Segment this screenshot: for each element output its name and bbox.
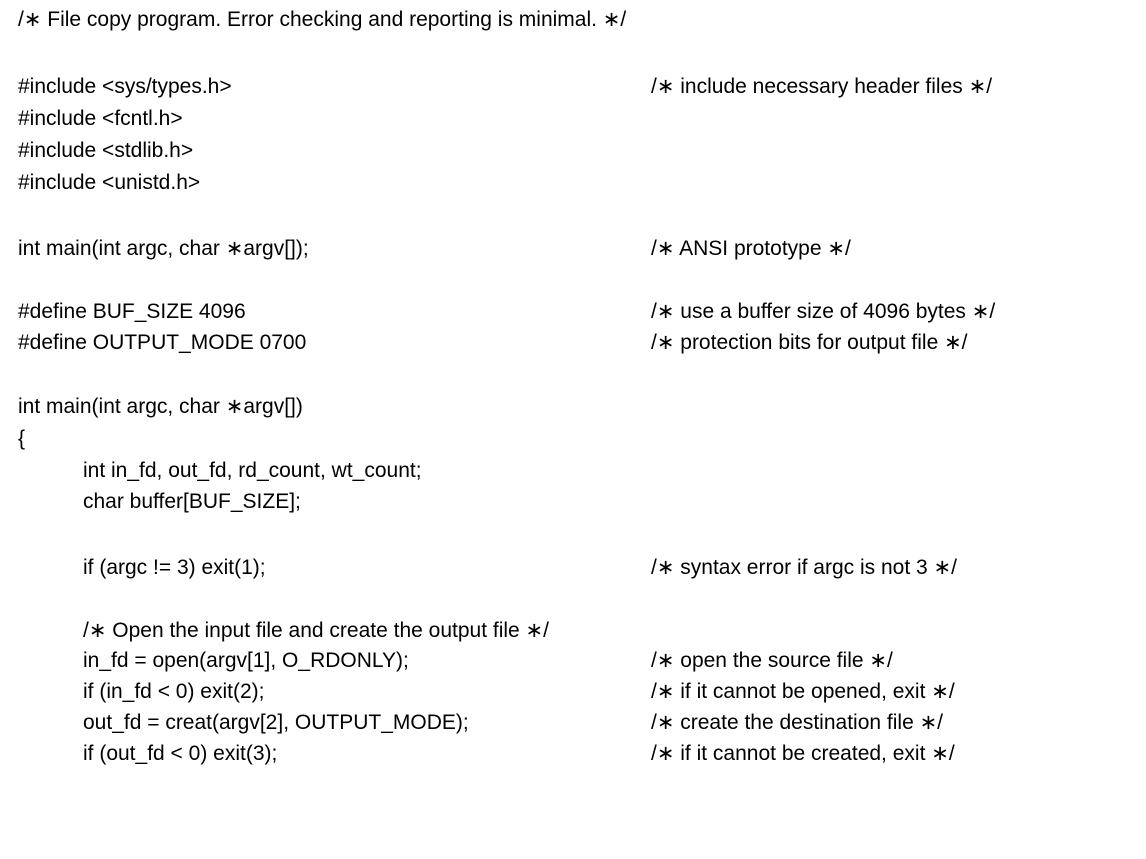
header-comment-line: /∗ File copy program. Error checking and… bbox=[0, 5, 1146, 35]
code-text: if (argc != 3) exit(1); bbox=[83, 556, 266, 579]
code-comment: /∗ syntax error if argc is not 3 ∗/ bbox=[651, 556, 957, 579]
code-text: #define OUTPUT_MODE 0700 bbox=[18, 331, 307, 354]
code-line-include-unistd: #include <unistd.h> bbox=[0, 168, 1146, 198]
code-line-open-input: in_fd = open(argv[1], O_RDONLY); /∗ open… bbox=[0, 646, 1146, 676]
code-comment: /∗ ANSI prototype ∗/ bbox=[651, 237, 851, 260]
code-text: /∗ Open the input file and create the ou… bbox=[83, 619, 549, 642]
code-line-open-comment: /∗ Open the input file and create the ou… bbox=[0, 616, 1146, 646]
code-line-define-buf-size: #define BUF_SIZE 4096 /∗ use a buffer si… bbox=[0, 297, 1146, 327]
code-comment: /∗ create the destination file ∗/ bbox=[651, 711, 944, 734]
code-line-argc-check: if (argc != 3) exit(1); /∗ syntax error … bbox=[0, 553, 1146, 583]
code-text: #define BUF_SIZE 4096 bbox=[18, 300, 246, 323]
code-line-open-brace: { bbox=[0, 424, 1146, 454]
code-comment: /∗ if it cannot be created, exit ∗/ bbox=[651, 742, 955, 765]
code-comment: /∗ if it cannot be opened, exit ∗/ bbox=[651, 680, 955, 703]
code-text: { bbox=[18, 427, 26, 450]
code-comment: /∗ include necessary header files ∗/ bbox=[651, 75, 993, 98]
code-line-include-sys-types: #include <sys/types.h> /∗ include necess… bbox=[0, 72, 1146, 102]
code-line-prototype: int main(int argc, char ∗argv[]); /∗ ANS… bbox=[0, 234, 1146, 264]
code-comment: /∗ open the source file ∗/ bbox=[651, 649, 893, 672]
code-text: if (in_fd < 0) exit(2); bbox=[83, 680, 265, 703]
code-line-include-fcntl: #include <fcntl.h> bbox=[0, 104, 1146, 134]
code-text: #include <sys/types.h> bbox=[18, 75, 232, 98]
code-line-define-output-mode: #define OUTPUT_MODE 0700 /∗ protection b… bbox=[0, 328, 1146, 358]
code-text: char buffer[BUF_SIZE]; bbox=[83, 490, 301, 513]
code-line-input-check: if (in_fd < 0) exit(2); /∗ if it cannot … bbox=[0, 677, 1146, 707]
header-comment: /∗ File copy program. Error checking and… bbox=[18, 8, 627, 31]
code-text: #include <unistd.h> bbox=[18, 171, 201, 194]
code-comment: /∗ use a buffer size of 4096 bytes ∗/ bbox=[651, 300, 996, 323]
code-text: int in_fd, out_fd, rd_count, wt_count; bbox=[83, 459, 422, 482]
code-text: int main(int argc, char ∗argv[]); bbox=[18, 237, 309, 260]
code-text: out_fd = creat(argv[2], OUTPUT_MODE); bbox=[83, 711, 469, 734]
code-line-main-definition: int main(int argc, char ∗argv[]) bbox=[0, 392, 1146, 422]
code-listing: /∗ File copy program. Error checking and… bbox=[0, 0, 1146, 791]
code-text: #include <fcntl.h> bbox=[18, 107, 183, 130]
code-comment: /∗ protection bits for output file ∗/ bbox=[651, 331, 968, 354]
code-line-buffer-declaration: char buffer[BUF_SIZE]; bbox=[0, 487, 1146, 517]
code-text: #include <stdlib.h> bbox=[18, 139, 194, 162]
code-line-int-declarations: int in_fd, out_fd, rd_count, wt_count; bbox=[0, 456, 1146, 486]
code-text: int main(int argc, char ∗argv[]) bbox=[18, 395, 303, 418]
code-line-include-stdlib: #include <stdlib.h> bbox=[0, 136, 1146, 166]
code-text: in_fd = open(argv[1], O_RDONLY); bbox=[83, 649, 409, 672]
code-text: if (out_fd < 0) exit(3); bbox=[83, 742, 278, 765]
code-line-output-check: if (out_fd < 0) exit(3); /∗ if it cannot… bbox=[0, 739, 1146, 769]
code-line-create-output: out_fd = creat(argv[2], OUTPUT_MODE); /∗… bbox=[0, 708, 1146, 738]
